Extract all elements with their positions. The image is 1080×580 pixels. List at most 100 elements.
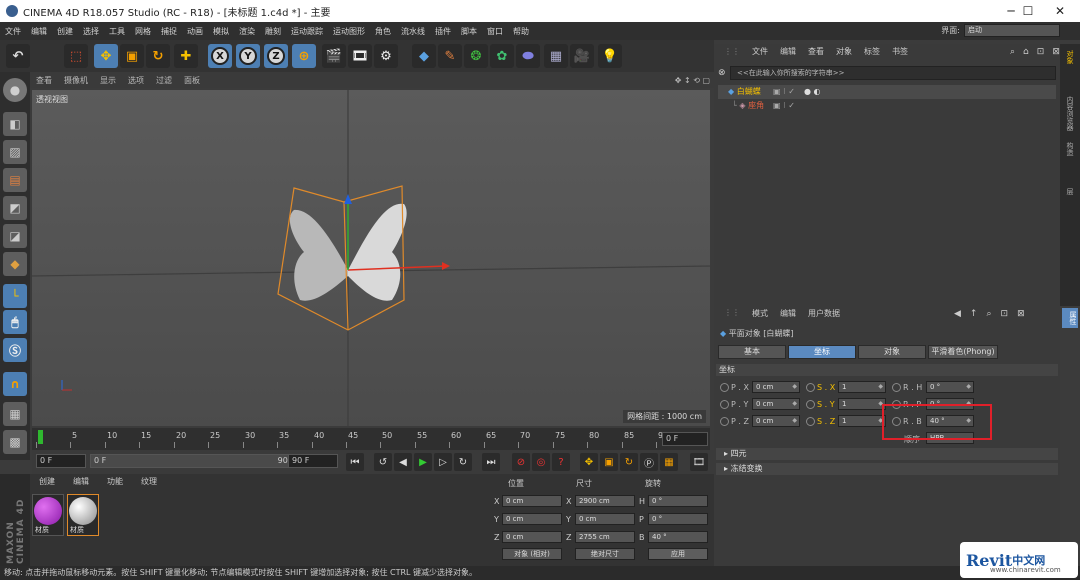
coord-mode-dropdown[interactable]: 对象 (相对) bbox=[502, 548, 562, 560]
y-axis-lock[interactable]: Y bbox=[236, 44, 260, 68]
go-to-start-icon[interactable]: ⏮ bbox=[346, 453, 364, 471]
obj-menu-view[interactable]: 查看 bbox=[802, 46, 830, 57]
tweak-mode-icon[interactable]: 🖱 bbox=[3, 310, 27, 334]
mat-menu-function[interactable]: 功能 bbox=[98, 476, 132, 487]
anim-dot[interactable] bbox=[720, 400, 729, 409]
key-rotation-icon[interactable]: ↻ bbox=[620, 453, 638, 471]
next-frame-icon[interactable]: ▷ bbox=[434, 453, 452, 471]
x-axis-lock[interactable]: X bbox=[208, 44, 232, 68]
apply-button[interactable]: 应用 bbox=[648, 548, 708, 560]
end-frame-field[interactable]: 90 F bbox=[288, 454, 338, 468]
attr-menu-edit[interactable]: 编辑 bbox=[774, 308, 802, 319]
perspective-viewport[interactable]: 透视视图 网格间距 : 1000 cm bbox=[32, 90, 710, 426]
fold-quaternion[interactable]: ▸ 四元 bbox=[716, 448, 1058, 460]
menu-select[interactable]: 选择 bbox=[78, 26, 104, 37]
new-view-icon[interactable]: ⊡ bbox=[1001, 309, 1009, 319]
attributes-side-tab[interactable]: 属性 bbox=[1062, 308, 1078, 328]
anim-dot[interactable] bbox=[806, 400, 815, 409]
menu-character[interactable]: 角色 bbox=[370, 26, 396, 37]
anim-dot[interactable] bbox=[720, 417, 729, 426]
workplane-icon[interactable]: ▤ bbox=[3, 168, 27, 192]
menu-help[interactable]: 帮助 bbox=[508, 26, 534, 37]
vp-menu-camera[interactable]: 摄像机 bbox=[58, 75, 94, 86]
edges-mode-icon[interactable]: ◪ bbox=[3, 224, 27, 248]
obj-menu-file[interactable]: 文件 bbox=[746, 46, 774, 57]
menu-plugins[interactable]: 插件 bbox=[430, 26, 456, 37]
material-swatch[interactable]: 材质 bbox=[32, 494, 64, 536]
coord-pos-z[interactable]: 0 cm bbox=[502, 531, 562, 543]
back-arrow-icon[interactable]: ◀ bbox=[954, 309, 961, 319]
scale-icon[interactable]: ▣ bbox=[120, 44, 144, 68]
menu-snap[interactable]: 捕捉 bbox=[156, 26, 182, 37]
points-mode-icon[interactable]: ◩ bbox=[3, 196, 27, 220]
timeline-frame-field[interactable]: 0 F bbox=[662, 432, 708, 446]
solo-icon[interactable]: ▦ bbox=[3, 402, 27, 426]
menu-script[interactable]: 脚本 bbox=[456, 26, 482, 37]
key-parameter-icon[interactable]: Ⓟ bbox=[640, 453, 658, 471]
coord-size-x[interactable]: 2900 cm bbox=[575, 495, 635, 507]
menu-create[interactable]: 创建 bbox=[52, 26, 78, 37]
tab-layers[interactable]: 层 bbox=[1065, 188, 1075, 228]
render-settings-icon[interactable]: ⚙ bbox=[374, 44, 398, 68]
obj-menu-objects[interactable]: 对象 bbox=[830, 46, 858, 57]
vp-menu-display[interactable]: 显示 bbox=[94, 75, 122, 86]
tab-coordinates[interactable]: 坐标 bbox=[788, 345, 856, 359]
anim-dot[interactable] bbox=[720, 383, 729, 392]
menu-render[interactable]: 渲染 bbox=[234, 26, 260, 37]
mat-menu-edit[interactable]: 编辑 bbox=[64, 476, 98, 487]
menu-edit[interactable]: 编辑 bbox=[26, 26, 52, 37]
timeline-window-icon[interactable]: 🎞 bbox=[690, 453, 708, 471]
object-name[interactable]: 白蝴蝶 bbox=[737, 87, 761, 96]
start-frame-field[interactable]: 0 F bbox=[36, 454, 86, 468]
object-name[interactable]: 座角 bbox=[748, 101, 764, 110]
coord-pos-y[interactable]: 0 cm bbox=[502, 513, 562, 525]
camera-icon[interactable]: 🎥 bbox=[570, 44, 594, 68]
anim-dot[interactable] bbox=[806, 417, 815, 426]
tab-basic[interactable]: 基本 bbox=[718, 345, 786, 359]
texture-mode-icon[interactable]: ▨ bbox=[3, 140, 27, 164]
rotate-icon[interactable]: ↻ bbox=[146, 44, 170, 68]
mat-menu-texture[interactable]: 纹理 bbox=[132, 476, 166, 487]
coord-rot-p[interactable]: 0 ° bbox=[648, 513, 708, 525]
material-swatch[interactable]: 材质 bbox=[67, 494, 99, 536]
tab-phong[interactable]: 平滑着色(Phong) bbox=[928, 345, 998, 359]
frame-range-slider[interactable]: 0 F 90 F bbox=[90, 454, 302, 468]
polygons-mode-icon[interactable]: ◆ bbox=[3, 252, 27, 276]
z-axis-lock[interactable]: Z bbox=[264, 44, 288, 68]
s-y-field[interactable]: 1 ◆ bbox=[838, 398, 886, 410]
previous-frame-icon[interactable]: ◀ bbox=[394, 453, 412, 471]
lock-workplane-icon[interactable]: ▩ bbox=[3, 430, 27, 454]
coord-pos-x[interactable]: 0 cm bbox=[502, 495, 562, 507]
magnet-icon[interactable]: ∩ bbox=[3, 372, 27, 396]
obj-menu-tags[interactable]: 标签 bbox=[858, 46, 886, 57]
go-to-end-icon[interactable]: ⏭ bbox=[482, 453, 500, 471]
close-button[interactable]: ✕ bbox=[1040, 0, 1080, 22]
deformer-icon[interactable]: ⬬ bbox=[516, 44, 540, 68]
axis-mode-icon[interactable]: └ bbox=[3, 284, 27, 308]
object-row[interactable]: ◆ 白蝴蝶 ▣ ⁝ ✓ ● ◐ bbox=[718, 85, 1056, 99]
menu-tools[interactable]: 工具 bbox=[104, 26, 130, 37]
p-x-field[interactable]: 0 cm ◆ bbox=[752, 381, 800, 393]
previous-key-icon[interactable]: ↺ bbox=[374, 453, 392, 471]
menu-sculpt[interactable]: 雕刻 bbox=[260, 26, 286, 37]
attr-menu-userdata[interactable]: 用户数据 bbox=[802, 308, 846, 319]
undo-icon[interactable]: ↶ bbox=[6, 44, 30, 68]
tab-structure[interactable]: 构造 bbox=[1065, 142, 1075, 182]
object-search-input[interactable]: <<在此输入你所搜索的字符串>> bbox=[730, 66, 1056, 80]
coordinate-system-icon[interactable]: ⊕ bbox=[292, 44, 316, 68]
tab-objects[interactable]: 对象 bbox=[1065, 50, 1075, 90]
obj-menu-bookmarks[interactable]: 书签 bbox=[886, 46, 914, 57]
make-editable-icon[interactable]: ● bbox=[3, 78, 27, 102]
menu-motion-tracker[interactable]: 运动跟踪 bbox=[286, 26, 328, 37]
lock-icon[interactable]: ⊠ bbox=[1017, 309, 1025, 319]
vp-menu-panel[interactable]: 面板 bbox=[178, 75, 206, 86]
viewport-nav-icons[interactable]: ✥ ↕ ⟲ ▢ bbox=[669, 76, 714, 85]
coord-rot-b[interactable]: 40 ° bbox=[648, 531, 708, 543]
p-z-field[interactable]: 0 cm ◆ bbox=[752, 415, 800, 427]
key-scale-icon[interactable]: ▣ bbox=[600, 453, 618, 471]
new-view-icon[interactable]: ⊡ bbox=[1037, 47, 1045, 57]
menu-file[interactable]: 文件 bbox=[0, 26, 26, 37]
coord-rot-h[interactable]: 0 ° bbox=[648, 495, 708, 507]
light-icon[interactable]: 💡 bbox=[598, 44, 622, 68]
s-z-field[interactable]: 1 ◆ bbox=[838, 415, 886, 427]
